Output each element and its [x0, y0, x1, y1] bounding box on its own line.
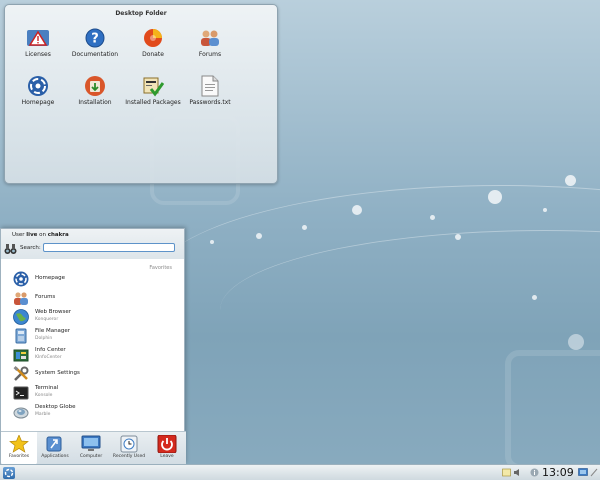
- user-prefix: User: [12, 232, 27, 238]
- folder-item-installation[interactable]: Installation: [65, 75, 125, 106]
- kickoff-launcher-button[interactable]: [3, 467, 15, 479]
- computer-icon: [81, 435, 101, 453]
- globe-icon: [13, 309, 29, 325]
- panel-toolbox-icon[interactable]: [590, 468, 598, 477]
- file-manager-icon: [13, 328, 29, 344]
- tab-label: Favorites: [8, 454, 30, 459]
- tools-icon: [13, 366, 29, 382]
- folder-item-label: Installation: [78, 99, 112, 106]
- tab-applications[interactable]: Applications: [37, 432, 73, 465]
- menu-item-file-manager[interactable]: File Manager Dolphin: [13, 327, 173, 345]
- application-launcher-menu: User live on chakra Search: Favorites Ho…: [0, 228, 186, 465]
- menu-item-info-center[interactable]: Info Center KInfoCenter: [13, 346, 173, 364]
- menu-item-title: Forums: [35, 294, 56, 300]
- menu-item-subtitle: Marble: [35, 412, 51, 417]
- menu-item-title: Homepage: [35, 275, 65, 281]
- panel-clock[interactable]: 13:09: [542, 466, 574, 479]
- menu-item-title: Desktop Globe: [35, 404, 76, 410]
- marble-globe-icon: [13, 404, 29, 420]
- folder-item-licenses[interactable]: Licenses: [8, 27, 68, 58]
- menu-item-web-browser[interactable]: Web Browser Konqueror: [13, 308, 173, 326]
- folder-item-documentation[interactable]: ? Documentation: [65, 27, 125, 58]
- tab-computer[interactable]: Computer: [73, 432, 109, 465]
- notes-tray-icon[interactable]: [502, 468, 511, 477]
- menu-item-desktop-globe[interactable]: Desktop Globe Marble: [13, 403, 173, 421]
- menu-header: User live on chakra Search:: [1, 229, 184, 259]
- terminal-icon: [13, 385, 29, 401]
- volume-tray-icon[interactable]: [513, 468, 522, 477]
- tab-label: Recently Used: [112, 454, 146, 459]
- power-icon: [157, 435, 177, 453]
- menu-item-forums[interactable]: Forums: [13, 289, 173, 307]
- folder-title: Desktop Folder: [115, 10, 167, 17]
- tab-label: Applications: [41, 454, 69, 459]
- host-name: chakra: [47, 232, 69, 238]
- menu-item-title: Web Browser: [35, 309, 72, 315]
- folder-item-label: Forums: [198, 51, 222, 58]
- menu-item-subtitle: KInfoCenter: [35, 355, 62, 360]
- help-icon: ?: [84, 27, 106, 49]
- launcher-tabs: Favorites Applications Computer Recently…: [1, 431, 186, 465]
- folder-item-label: Licenses: [25, 51, 51, 58]
- chakra-icon: [13, 271, 29, 287]
- info-tray-icon[interactable]: [530, 468, 539, 477]
- tab-label: Leave: [160, 454, 174, 459]
- warning-icon: [27, 27, 49, 49]
- menu-item-title: Info Center: [35, 347, 66, 353]
- user-name: live: [26, 232, 38, 238]
- packages-icon: [142, 75, 164, 97]
- donate-icon: [142, 27, 164, 49]
- folder-item-forums[interactable]: Forums: [180, 27, 240, 58]
- user-mid: on: [37, 232, 48, 238]
- folder-item-passwords[interactable]: Passwords.txt: [180, 75, 240, 106]
- chakra-icon: [27, 75, 49, 97]
- tab-favorites[interactable]: Favorites: [1, 432, 37, 465]
- forums-icon: [13, 290, 29, 306]
- menu-item-homepage[interactable]: Homepage: [13, 270, 173, 288]
- menu-item-title: Terminal: [35, 385, 59, 391]
- folder-item-donate[interactable]: Donate: [123, 27, 183, 58]
- folder-item-label: Installed Packages: [125, 99, 181, 106]
- folder-item-label: Documentation: [71, 51, 119, 58]
- search-label: Search:: [20, 245, 41, 251]
- tab-recently-used[interactable]: Recently Used: [111, 432, 147, 465]
- forums-icon: [199, 27, 221, 49]
- tab-label: Computer: [79, 454, 103, 459]
- folder-item-label: Donate: [142, 51, 164, 58]
- installation-icon: [84, 75, 106, 97]
- taskbar-panel: 13:09: [0, 464, 600, 480]
- clock-icon: [119, 435, 139, 453]
- menu-item-system-settings[interactable]: System Settings: [13, 365, 173, 383]
- applications-icon: [45, 435, 65, 453]
- user-info: User live on chakra: [12, 232, 69, 238]
- menu-item-subtitle: Konqueror: [35, 317, 59, 322]
- folder-item-label: Passwords.txt: [189, 99, 231, 106]
- menu-item-title: System Settings: [35, 370, 80, 376]
- star-icon: [9, 435, 29, 453]
- folder-item-label: Homepage: [21, 99, 55, 106]
- folder-item-homepage[interactable]: Homepage: [8, 75, 68, 106]
- show-desktop-icon[interactable]: [578, 468, 588, 477]
- svg-text:?: ?: [91, 32, 99, 47]
- text-file-icon: [199, 75, 221, 97]
- binoculars-icon: [4, 243, 17, 255]
- menu-item-terminal[interactable]: Terminal Konsole: [13, 384, 173, 402]
- menu-item-subtitle: Dolphin: [35, 336, 53, 341]
- search-input[interactable]: [43, 243, 175, 252]
- menu-item-title: File Manager: [35, 328, 71, 334]
- folder-item-installed-packages[interactable]: Installed Packages: [123, 75, 183, 106]
- desktop-folder: Desktop Folder Licenses ? Documentation …: [4, 4, 278, 184]
- tab-leave[interactable]: Leave: [149, 432, 185, 465]
- info-center-icon: [13, 347, 29, 363]
- menu-item-subtitle: Konsole: [35, 393, 53, 398]
